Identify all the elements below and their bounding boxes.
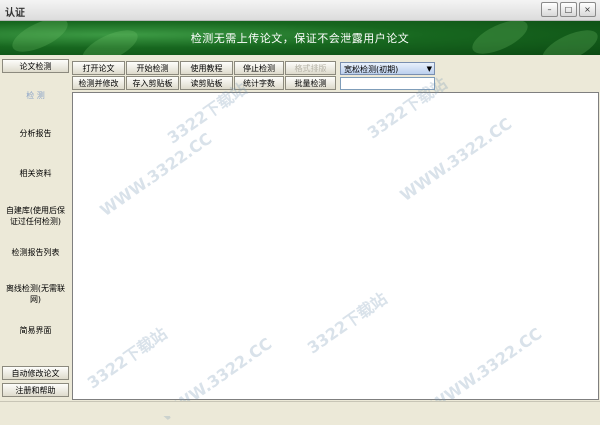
paper-check-button[interactable]: 论文检测	[2, 59, 69, 73]
auto-revise-button[interactable]: 自动修改论文	[2, 366, 69, 380]
register-help-button[interactable]: 注册和帮助	[2, 383, 69, 397]
banner-message: 检测无需上传论文，保证不会泄露用户论文	[190, 32, 410, 45]
check-mode-value: 宽松检测(初期)	[344, 65, 399, 74]
format-layout-button[interactable]: 格式排版	[285, 61, 336, 75]
sidebar-item-analysis-report[interactable]: 分析报告	[3, 128, 68, 139]
check-and-revise-button[interactable]: 检测并修改	[72, 76, 125, 90]
copy-to-clipboard-button[interactable]: 存入剪贴板	[126, 76, 179, 90]
sidebar-item-offline-check[interactable]: 离线检测(无需联网)	[3, 283, 68, 305]
sidebar-item-check[interactable]: 检 测	[3, 90, 68, 101]
minimize-icon[interactable]: –	[541, 2, 558, 17]
maximize-icon[interactable]: □	[560, 2, 577, 17]
stop-check-button[interactable]: 停止检测	[234, 61, 284, 75]
sidebar-item-self-built-library[interactable]: 自建库(使用后保证过任何检测)	[3, 205, 68, 227]
sidebar-item-report-list[interactable]: 检测报告列表	[3, 247, 68, 258]
window-controls: – □ ×	[541, 2, 596, 17]
batch-check-button[interactable]: 批量检测	[285, 76, 336, 90]
check-mode-select[interactable]: 宽松检测(初期) ▼	[340, 62, 435, 75]
header-banner: 检测无需上传论文，保证不会泄露用户论文	[0, 21, 600, 55]
sidebar-item-related-materials[interactable]: 相关资料	[3, 168, 68, 179]
status-bar	[0, 401, 600, 416]
sidebar-item-simple-ui[interactable]: 简易界面	[3, 325, 68, 336]
sidebar: 论文检测 检 测 分析报告 相关资料 自建库(使用后保证过任何检测) 检测报告列…	[0, 57, 71, 403]
close-icon[interactable]: ×	[579, 2, 596, 17]
start-check-button[interactable]: 开始检测	[126, 61, 179, 75]
tutorial-button[interactable]: 使用教程	[180, 61, 233, 75]
open-paper-button[interactable]: 打开论文	[72, 61, 125, 75]
window-title: 认证	[5, 8, 25, 19]
title-bar: 认证 – □ ×	[0, 0, 600, 21]
